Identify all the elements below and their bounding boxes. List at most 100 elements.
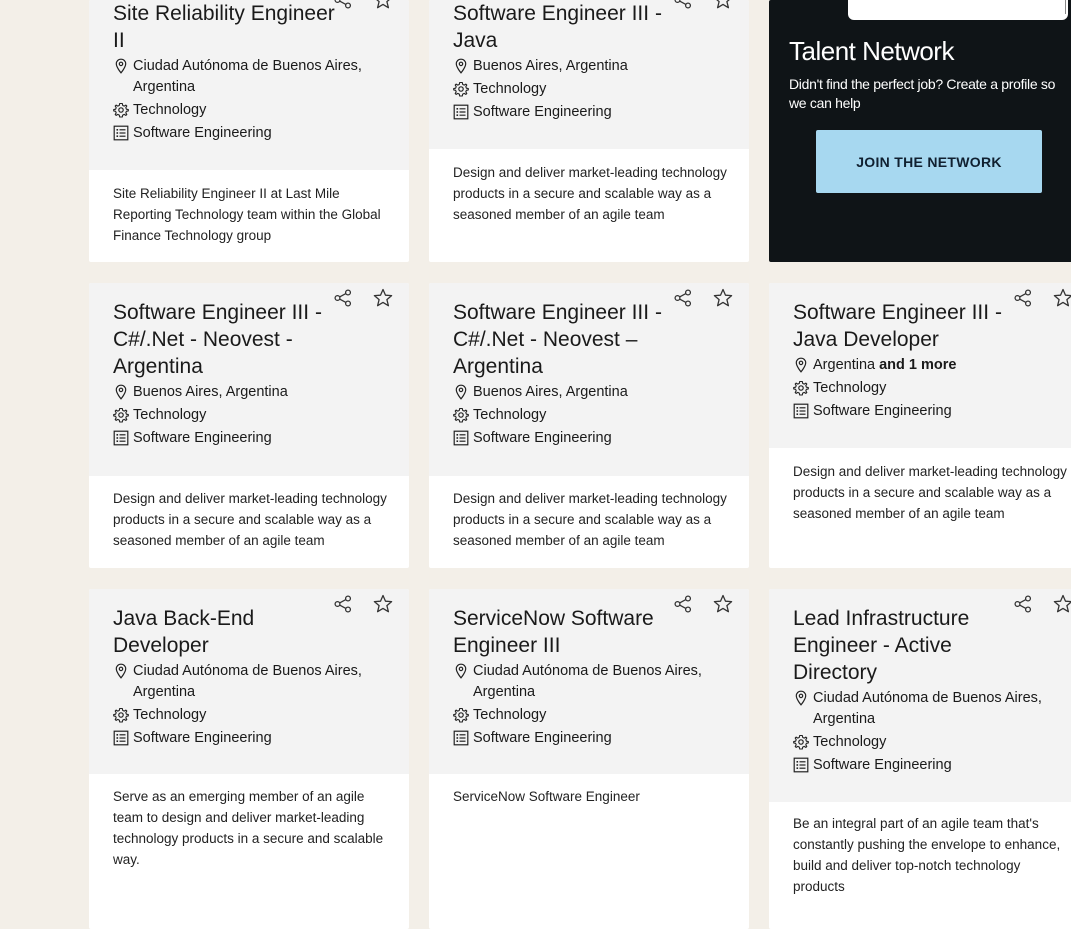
location-pin-icon (455, 384, 467, 400)
share-icon[interactable] (333, 0, 353, 10)
gear-icon (793, 734, 809, 750)
category-text: Technology (133, 707, 207, 723)
talent-network-panel: Talent Network Didn't find the perfect j… (769, 0, 1071, 262)
location-text: Buenos Aires, Argentina (473, 58, 628, 74)
category-text: Technology (813, 380, 887, 396)
job-description: Serve as an emerging member of an agile … (113, 789, 384, 867)
job-title[interactable]: Java Back-End Developer (113, 605, 343, 659)
job-title[interactable]: Software Engineer III - Java (453, 0, 683, 54)
job-title[interactable]: Site Reliability Engineer II (113, 0, 343, 54)
list-icon (453, 730, 469, 746)
job-card-actions (333, 594, 393, 614)
gear-icon (113, 102, 129, 118)
job-location: Ciudad Autónoma de Buenos Aires, Argenti… (793, 688, 1065, 730)
gear-icon (453, 407, 469, 423)
job-category: Technology (453, 705, 725, 726)
star-icon[interactable] (373, 594, 393, 614)
subcategory-text: Software Engineering (473, 104, 612, 120)
job-card-header: Software Engineer III - Java Developer A… (769, 283, 1071, 448)
job-description: ServiceNow Software Engineer (453, 789, 640, 804)
share-icon[interactable] (673, 288, 693, 308)
star-icon[interactable] (373, 288, 393, 308)
job-subcategory: Software Engineering (113, 123, 385, 144)
job-card[interactable]: ServiceNow Software Engineer III Ciudad … (429, 589, 749, 929)
category-text: Technology (133, 102, 207, 118)
job-card[interactable]: Software Engineer III - Java Developer A… (769, 283, 1071, 568)
job-card[interactable]: Software Engineer III - C#/.Net - Neoves… (429, 283, 749, 568)
category-text: Technology (473, 707, 547, 723)
location-text: Ciudad Autónoma de Buenos Aires, Argenti… (133, 663, 362, 700)
location-pin-icon (455, 663, 467, 679)
job-title[interactable]: Lead Infrastructure Engineer - Active Di… (793, 605, 1023, 686)
list-icon (793, 757, 809, 773)
job-subcategory: Software Engineering (793, 755, 1065, 776)
gear-icon (793, 380, 809, 396)
location-text: Ciudad Autónoma de Buenos Aires, Argenti… (813, 690, 1042, 727)
join-network-button[interactable]: JOIN THE NETWORK (816, 130, 1042, 193)
star-icon[interactable] (713, 0, 733, 10)
job-title[interactable]: ServiceNow Software Engineer III (453, 605, 683, 659)
subcategory-text: Software Engineering (473, 730, 612, 746)
divider (1065, 0, 1066, 14)
share-icon[interactable] (673, 0, 693, 10)
subcategory-text: Software Engineering (813, 757, 952, 773)
category-text: Technology (473, 81, 547, 97)
subcategory-text: Software Engineering (813, 403, 952, 419)
list-icon (453, 104, 469, 120)
job-location: Buenos Aires, Argentina (453, 56, 725, 77)
search-input[interactable] (848, 0, 1068, 20)
share-icon[interactable] (1013, 594, 1033, 614)
subcategory-text: Software Engineering (133, 430, 272, 446)
job-title[interactable]: Software Engineer III - C#/.Net - Neoves… (453, 299, 683, 380)
talent-network-text: Didn't find the perfect job? Create a pr… (789, 76, 1056, 111)
share-icon[interactable] (333, 594, 353, 614)
job-subcategory: Software Engineering (453, 102, 725, 123)
job-card-header: Java Back-End Developer Ciudad Autónoma … (89, 589, 409, 774)
job-card[interactable]: Lead Infrastructure Engineer - Active Di… (769, 589, 1071, 929)
job-description: Design and deliver market-leading techno… (453, 491, 727, 548)
job-card[interactable]: Software Engineer III - C#/.Net - Neoves… (89, 283, 409, 568)
location-text: Buenos Aires, Argentina (133, 384, 288, 400)
job-card-header: Lead Infrastructure Engineer - Active Di… (769, 589, 1071, 802)
job-card-actions (673, 288, 733, 308)
job-card-header: Software Engineer III - Java Buenos Aire… (429, 0, 749, 149)
list-icon (113, 730, 129, 746)
gear-icon (453, 707, 469, 723)
job-card-actions (333, 288, 393, 308)
share-icon[interactable] (1013, 288, 1033, 308)
list-icon (113, 125, 129, 141)
location-more[interactable]: and 1 more (879, 357, 956, 373)
job-card-actions (1013, 288, 1071, 308)
job-location: Buenos Aires, Argentina (453, 382, 725, 403)
talent-network-title: Talent Network (789, 36, 954, 66)
star-icon[interactable] (713, 288, 733, 308)
location-pin-icon (795, 357, 807, 373)
share-icon[interactable] (673, 594, 693, 614)
job-description: Design and deliver market-leading techno… (113, 491, 387, 548)
job-description: Be an integral part of an agile team tha… (793, 816, 1061, 894)
star-icon[interactable] (1053, 594, 1071, 614)
star-icon[interactable] (1053, 288, 1071, 308)
job-category: Technology (113, 405, 385, 426)
star-icon[interactable] (713, 594, 733, 614)
job-card-actions (673, 0, 733, 10)
job-location: Ciudad Autónoma de Buenos Aires, Argenti… (113, 56, 385, 98)
star-icon[interactable] (373, 0, 393, 10)
gear-icon (113, 707, 129, 723)
job-location: Buenos Aires, Argentina (113, 382, 385, 403)
gear-icon (453, 81, 469, 97)
job-card[interactable]: Site Reliability Engineer II Ciudad Autó… (89, 0, 409, 262)
job-card[interactable]: Software Engineer III - Java Buenos Aire… (429, 0, 749, 262)
job-card-header: Site Reliability Engineer II Ciudad Autó… (89, 0, 409, 170)
job-category: Technology (113, 100, 385, 121)
location-pin-icon (455, 58, 467, 74)
job-title[interactable]: Software Engineer III - C#/.Net - Neoves… (113, 299, 343, 380)
job-card[interactable]: Java Back-End Developer Ciudad Autónoma … (89, 589, 409, 929)
job-card-header: Software Engineer III - C#/.Net - Neoves… (89, 283, 409, 476)
share-icon[interactable] (333, 288, 353, 308)
location-text: Buenos Aires, Argentina (473, 384, 628, 400)
location-text: Argentina (813, 357, 880, 373)
job-title[interactable]: Software Engineer III - Java Developer (793, 299, 1023, 353)
location-pin-icon (115, 663, 127, 679)
job-category: Technology (113, 705, 385, 726)
